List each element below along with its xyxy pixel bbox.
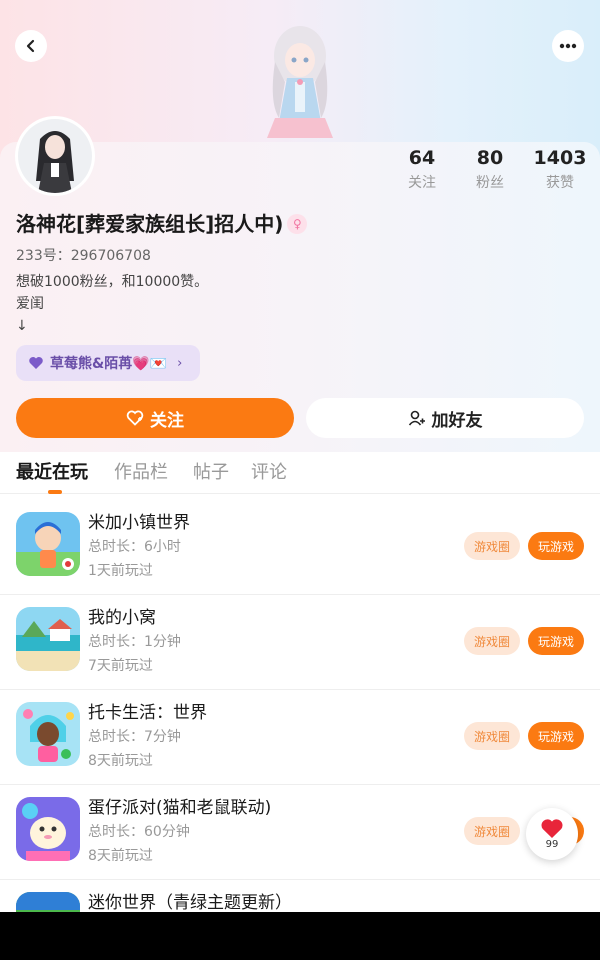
list-item[interactable]: 米加小镇世界 总时长：6小时 1天前玩过 游戏圈 玩游戏 <box>0 500 600 595</box>
avatar[interactable] <box>15 116 95 196</box>
banner-character-art <box>267 26 333 138</box>
game-title: 蛋仔派对(猫和老鼠联动) <box>88 798 272 818</box>
avatar-image <box>18 119 92 193</box>
stat-fans-value: 80 <box>476 147 504 169</box>
add-friend-button[interactable]: 加好友 <box>306 398 584 438</box>
stat-following-value: 64 <box>408 147 436 169</box>
game-duration: 总时长：6小时 <box>88 539 181 555</box>
game-last-played: 8天前玩过 <box>88 753 153 769</box>
game-title: 米加小镇世界 <box>88 513 190 533</box>
heart-plus-icon <box>126 410 144 426</box>
follow-button-label: 关注 <box>150 410 184 431</box>
game-duration: 总时长：60分钟 <box>88 824 190 840</box>
play-game-button[interactable]: 玩游戏 <box>528 627 584 655</box>
add-user-icon <box>408 410 425 426</box>
stat-following[interactable]: 64 关注 <box>392 146 452 192</box>
family-tag-label: 草莓熊&陌苒💗💌 <box>50 356 168 372</box>
tab-posts[interactable]: 帖子 <box>193 460 229 486</box>
game-icon <box>16 702 80 766</box>
tab-indicator <box>48 490 62 494</box>
tab-works[interactable]: 作品栏 <box>114 460 168 486</box>
chevron-left-icon <box>26 39 35 53</box>
more-button[interactable] <box>552 30 584 62</box>
name-row: 洛神花[葬爱家族组长]招人中) ♀ <box>16 210 308 238</box>
game-circle-button[interactable]: 游戏圈 <box>464 532 520 560</box>
add-friend-button-label: 加好友 <box>431 410 483 431</box>
tab-recent-play[interactable]: 最近在玩 <box>16 460 88 486</box>
chevron-right-icon: › <box>177 355 183 371</box>
back-button[interactable] <box>15 30 47 62</box>
like-button[interactable]: 99 <box>526 808 578 860</box>
game-icon <box>16 607 80 671</box>
game-circle-button[interactable]: 游戏圈 <box>464 722 520 750</box>
tab-comments[interactable]: 评论 <box>251 460 287 486</box>
profile-page: 64 关注 80 粉丝 1403 获赞 洛神花[葬爱家族组长]招人中) ♀ 23… <box>0 0 600 912</box>
list-item[interactable]: 迷你世界（青绿主题更新） <box>0 880 600 912</box>
list-item[interactable]: 我的小窝 总时长：1分钟 7天前玩过 游戏圈 玩游戏 <box>0 595 600 690</box>
game-title: 托卡生活：世界 <box>88 703 207 723</box>
game-last-played: 8天前玩过 <box>88 848 153 864</box>
game-circle-button[interactable]: 游戏圈 <box>464 817 520 845</box>
stat-likes-value: 1403 <box>533 147 587 169</box>
like-count: 99 <box>545 838 559 850</box>
game-duration: 总时长：7分钟 <box>88 729 181 745</box>
game-icon <box>16 797 80 861</box>
game-icon <box>16 892 80 912</box>
heart-icon <box>541 818 563 838</box>
content-tabs: 最近在玩 作品栏 帖子 评论 <box>0 452 600 494</box>
user-name: 洛神花[葬爱家族组长]招人中) <box>16 212 284 236</box>
more-horizontal-icon <box>559 43 577 49</box>
stat-fans-label: 粉丝 <box>476 175 504 191</box>
bio-line: ↓ <box>16 318 28 334</box>
family-tag[interactable]: 草莓熊&陌苒💗💌 › <box>16 345 200 381</box>
user-bio: 想破1000粉丝，和10000赞。 爱闺 ↓ <box>16 271 208 337</box>
stat-following-label: 关注 <box>408 175 436 191</box>
purple-heart-icon <box>29 357 43 369</box>
game-last-played: 1天前玩过 <box>88 563 153 579</box>
game-title: 我的小窝 <box>88 608 156 628</box>
play-game-button[interactable]: 玩游戏 <box>528 532 584 560</box>
stat-likes[interactable]: 1403 获赞 <box>530 146 590 192</box>
bio-line: 爱闺 <box>16 296 44 312</box>
female-icon: ♀ <box>287 214 308 234</box>
game-duration: 总时长：1分钟 <box>88 634 181 650</box>
list-item[interactable]: 蛋仔派对(猫和老鼠联动) 总时长：60分钟 8天前玩过 游戏圈 玩游戏 <box>0 785 600 880</box>
game-list: 米加小镇世界 总时长：6小时 1天前玩过 游戏圈 玩游戏 我的小窝 总时长：1分… <box>0 500 600 912</box>
game-title: 迷你世界（青绿主题更新） <box>88 893 292 912</box>
follow-button[interactable]: 关注 <box>16 398 294 438</box>
stat-fans[interactable]: 80 粉丝 <box>460 146 520 192</box>
stat-likes-label: 获赞 <box>546 175 574 191</box>
game-last-played: 7天前玩过 <box>88 658 153 674</box>
user-id: 233号：296706708 <box>16 248 151 264</box>
play-game-button[interactable]: 玩游戏 <box>528 722 584 750</box>
game-circle-button[interactable]: 游戏圈 <box>464 627 520 655</box>
list-item[interactable]: 托卡生活：世界 总时长：7分钟 8天前玩过 游戏圈 玩游戏 <box>0 690 600 785</box>
game-icon <box>16 512 80 576</box>
bio-line: 想破1000粉丝，和10000赞。 <box>16 274 209 290</box>
